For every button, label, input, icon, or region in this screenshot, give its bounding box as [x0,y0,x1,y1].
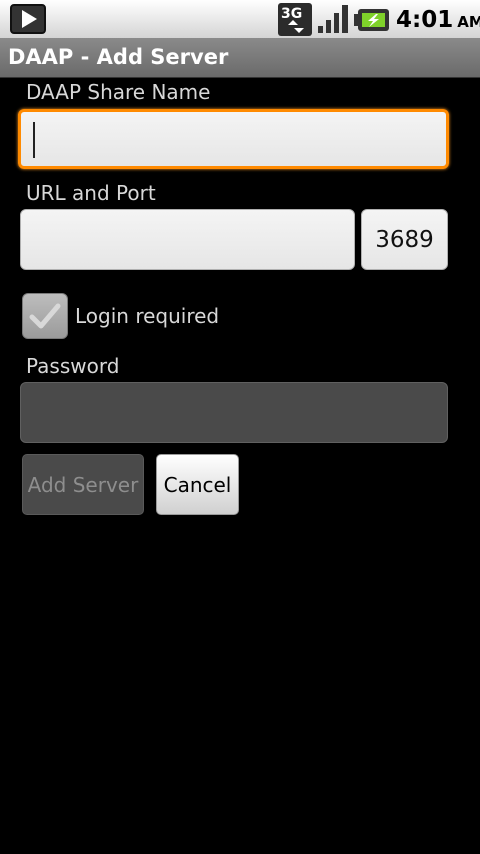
url-input[interactable] [20,209,355,270]
share-name-label: DAAP Share Name [26,80,211,104]
login-required-label[interactable]: Login required [75,304,219,328]
signal-icon [318,5,348,33]
clock-ampm: AM [457,13,480,31]
url-label: URL and Port [26,181,156,205]
login-required-checkbox[interactable] [22,293,68,339]
password-label: Password [26,354,120,378]
network-type-text: 3G [281,6,302,22]
clock: 4:01 AM [396,4,480,36]
password-input[interactable] [20,382,448,443]
battery-charging-icon [354,9,389,31]
check-icon [29,303,61,329]
cancel-button[interactable]: Cancel [156,454,239,515]
status-bar: 3G 4:01 AM [0,0,480,38]
clock-time: 4:01 [396,7,454,33]
port-input[interactable]: 3689 [361,209,448,270]
network-3g-icon: 3G [278,3,312,36]
play-icon [10,4,46,34]
text-caret [33,122,35,158]
port-value: 3689 [375,227,434,253]
title-bar: DAAP - Add Server [0,38,480,78]
add-server-button[interactable]: Add Server [22,454,144,515]
share-name-input[interactable] [18,109,449,169]
page-title: DAAP - Add Server [8,45,229,69]
